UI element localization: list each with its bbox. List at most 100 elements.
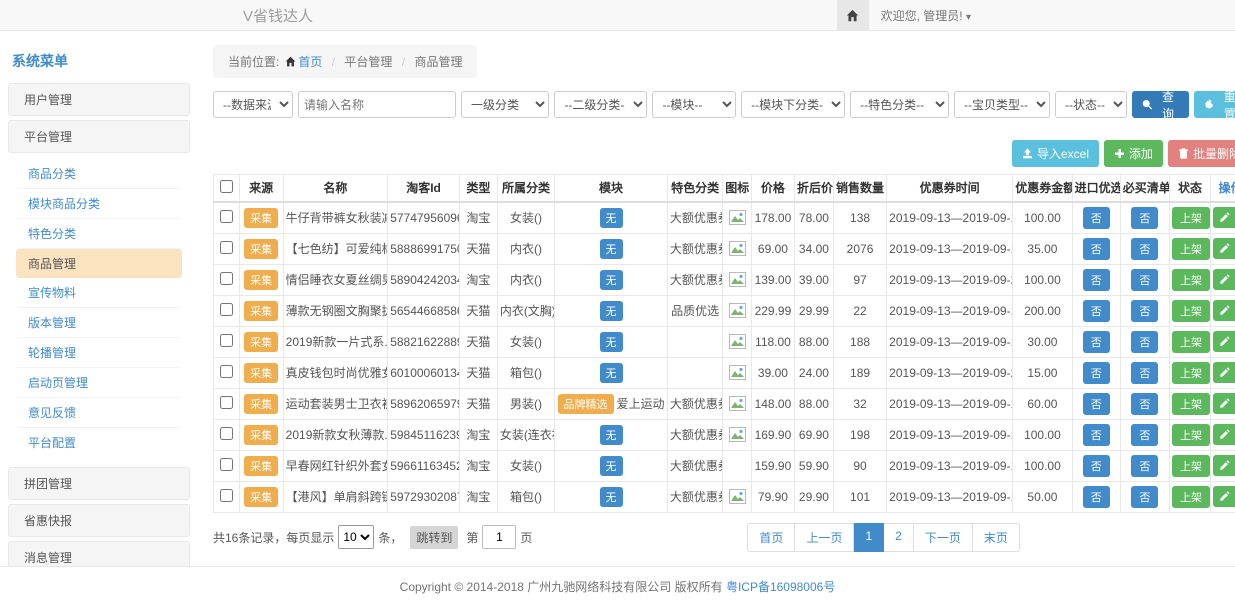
page-1-button[interactable]: 1 — [854, 523, 884, 552]
sidebar-item-goods-category[interactable]: 商品分类 — [16, 159, 182, 189]
sidebar-item-goods-management[interactable]: 商品管理 — [16, 249, 182, 278]
prev-page-button[interactable]: 上一页 — [795, 523, 854, 552]
status-button[interactable]: 上架 — [1172, 331, 1210, 353]
status-button[interactable]: 上架 — [1172, 238, 1210, 260]
category2-select[interactable]: --二级分类-- — [554, 91, 647, 118]
name-search-input[interactable] — [298, 91, 456, 118]
module-sub-select[interactable]: --模块下分类-- — [741, 91, 845, 118]
data-source-select[interactable]: --数据来源-- — [213, 91, 293, 118]
jump-button[interactable]: 跳转到 — [410, 526, 458, 549]
must-buy-toggle[interactable]: 否 — [1131, 486, 1158, 508]
must-buy-toggle[interactable]: 否 — [1131, 362, 1158, 384]
sidebar-group-express[interactable]: 省惠快报 — [8, 504, 190, 537]
select-all-checkbox[interactable] — [220, 180, 233, 193]
import-select-toggle[interactable]: 否 — [1083, 455, 1110, 477]
sidebar-group-platform[interactable]: 平台管理 — [8, 120, 190, 153]
edit-button[interactable] — [1213, 269, 1235, 290]
status-button[interactable]: 上架 — [1172, 362, 1210, 384]
status-button[interactable]: 上架 — [1172, 455, 1210, 477]
must-buy-toggle[interactable]: 否 — [1131, 300, 1158, 322]
row-checkbox[interactable] — [220, 303, 233, 316]
product-type: 天猫 — [459, 295, 497, 326]
user-menu[interactable]: 欢迎您, 管理员! ▾ — [869, 7, 985, 24]
import-excel-button[interactable]: 导入excel — [1012, 140, 1099, 167]
last-page-button[interactable]: 末页 — [973, 523, 1020, 552]
pager: 首页 上一页 1 2 下一页 末页 — [747, 523, 1019, 552]
item-type-select[interactable]: --宝贝类型-- — [954, 91, 1050, 118]
sidebar-group-groupbuy[interactable]: 拼团管理 — [8, 467, 190, 500]
sidebar-item-feedback[interactable]: 意见反馈 — [16, 398, 182, 428]
edit-button[interactable] — [1213, 331, 1235, 352]
home-button[interactable] — [837, 0, 869, 30]
must-buy-toggle[interactable]: 否 — [1131, 269, 1158, 291]
first-page-button[interactable]: 首页 — [747, 523, 795, 552]
edit-button[interactable] — [1213, 455, 1235, 476]
product-type: 淘宝 — [459, 264, 497, 295]
sidebar-item-platform-config[interactable]: 平台配置 — [16, 428, 182, 457]
breadcrumb-home-link[interactable]: 首页 — [298, 55, 322, 69]
row-checkbox[interactable] — [220, 458, 233, 471]
status-button[interactable]: 上架 — [1172, 424, 1210, 446]
next-page-button[interactable]: 下一页 — [914, 523, 973, 552]
sidebar-item-module-goods-category[interactable]: 模块商品分类 — [16, 189, 182, 219]
special-category-select[interactable]: --特色分类-- — [850, 91, 949, 118]
must-buy-toggle[interactable]: 否 — [1131, 238, 1158, 260]
import-select-toggle[interactable]: 否 — [1083, 393, 1110, 415]
edit-button[interactable] — [1213, 362, 1235, 383]
must-buy-toggle[interactable]: 否 — [1131, 455, 1158, 477]
add-button[interactable]: 添加 — [1104, 140, 1163, 167]
edit-button[interactable] — [1213, 207, 1235, 228]
col-name: 名称 — [283, 175, 388, 202]
icp-link[interactable]: 粤ICP备16098006号 — [726, 580, 835, 594]
edit-button[interactable] — [1213, 238, 1235, 259]
edit-button[interactable] — [1213, 300, 1235, 321]
import-select-toggle[interactable]: 否 — [1083, 362, 1110, 384]
taoke-id: 577479560965 — [388, 202, 460, 234]
table-body: 采集 牛仔背带裤女秋装减龄... 577479560965 淘宝 女装() 无 … — [214, 202, 1235, 513]
import-select-toggle[interactable]: 否 — [1083, 238, 1110, 260]
page-2-button[interactable]: 2 — [884, 523, 914, 552]
status-select[interactable]: --状态-- — [1055, 91, 1127, 118]
module-select[interactable]: --模块-- — [652, 91, 736, 118]
icon-cell — [723, 295, 752, 326]
import-select-toggle[interactable]: 否 — [1083, 331, 1110, 353]
status-button[interactable]: 上架 — [1172, 207, 1210, 229]
row-checkbox[interactable] — [220, 272, 233, 285]
sidebar-item-promo-material[interactable]: 宣传物料 — [16, 278, 182, 308]
row-checkbox[interactable] — [220, 396, 233, 409]
sidebar-item-special-category[interactable]: 特色分类 — [16, 219, 182, 249]
sidebar-item-version-management[interactable]: 版本管理 — [16, 308, 182, 338]
import-select-toggle[interactable]: 否 — [1083, 207, 1110, 229]
sidebar-group-users[interactable]: 用户管理 — [8, 83, 190, 116]
sidebar-item-carousel-management[interactable]: 轮播管理 — [16, 338, 182, 368]
must-buy-toggle[interactable]: 否 — [1131, 424, 1158, 446]
edit-button[interactable] — [1213, 486, 1235, 507]
must-buy-toggle[interactable]: 否 — [1131, 207, 1158, 229]
page-number-input[interactable] — [482, 525, 516, 549]
reset-button[interactable]: 重置 — [1194, 91, 1235, 118]
search-button[interactable]: 查询 — [1132, 91, 1189, 118]
status-button[interactable]: 上架 — [1172, 486, 1210, 508]
status-button[interactable]: 上架 — [1172, 393, 1210, 415]
import-select-toggle[interactable]: 否 — [1083, 424, 1110, 446]
batch-delete-button[interactable]: 批量删除 — [1168, 140, 1235, 167]
import-select-toggle[interactable]: 否 — [1083, 486, 1110, 508]
edit-button[interactable] — [1213, 393, 1235, 414]
col-operations: 操作 — [1210, 175, 1235, 202]
sidebar-item-splash-management[interactable]: 启动页管理 — [16, 368, 182, 398]
row-checkbox[interactable] — [220, 241, 233, 254]
row-checkbox[interactable] — [220, 210, 233, 223]
import-select-toggle[interactable]: 否 — [1083, 269, 1110, 291]
edit-button[interactable] — [1213, 424, 1235, 445]
status-button[interactable]: 上架 — [1172, 269, 1210, 291]
row-checkbox[interactable] — [220, 489, 233, 502]
import-select-toggle[interactable]: 否 — [1083, 300, 1110, 322]
row-checkbox[interactable] — [220, 427, 233, 440]
must-buy-toggle[interactable]: 否 — [1131, 393, 1158, 415]
per-page-select[interactable]: 10 — [338, 525, 374, 549]
row-checkbox[interactable] — [220, 365, 233, 378]
row-checkbox[interactable] — [220, 334, 233, 347]
must-buy-toggle[interactable]: 否 — [1131, 331, 1158, 353]
category1-select[interactable]: 一级分类 — [461, 91, 549, 118]
status-button[interactable]: 上架 — [1172, 300, 1210, 322]
